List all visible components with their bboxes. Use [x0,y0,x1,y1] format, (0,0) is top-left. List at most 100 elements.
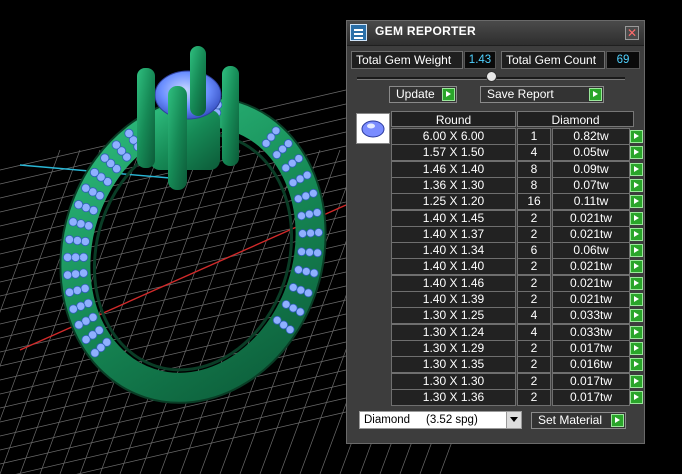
row-select-button[interactable] [630,178,643,192]
cell-weight: 0.021tw [552,291,630,308]
pave-stone [271,126,281,136]
total-gem-weight-label: Total Gem Weight [351,51,463,69]
set-material-button[interactable]: Set Material [531,412,626,429]
cell-size: 1.40 X 1.46 [391,274,516,292]
pave-stone [89,167,100,178]
row-select-button[interactable] [630,244,643,258]
table-row[interactable]: 1.30 X 1.25 4 0.033tw [391,307,643,325]
table-row[interactable]: 1.40 X 1.45 2 0.021tw [391,209,643,227]
table-row[interactable]: 1.40 X 1.37 2 0.021tw [391,225,643,243]
cell-weight: 0.021tw [552,225,630,243]
row-select-button[interactable] [630,374,643,388]
cell-count: 2 [517,339,551,357]
total-gem-count-label: Total Gem Count [501,51,605,69]
pave-stone [313,248,322,258]
cell-count: 2 [517,225,551,243]
row-select-button[interactable] [630,358,643,372]
row-select-button[interactable] [630,146,643,160]
cell-size: 1.25 X 1.20 [391,193,516,211]
pave-stone [81,334,91,345]
cell-size: 1.40 X 1.40 [391,258,516,276]
pave-stone [288,283,298,292]
table-row[interactable]: 1.40 X 1.46 2 0.021tw [391,274,643,292]
gem-reporter-app-icon [350,24,367,41]
pave-stone [70,269,81,279]
grid-line [139,149,261,474]
table-row[interactable]: 1.30 X 1.24 4 0.033tw [391,323,643,341]
pave-stone [79,252,89,262]
title-bar[interactable]: GEM REPORTER ✕ [347,21,644,46]
table-row[interactable]: 6.00 X 6.00 1 0.82tw [391,128,643,145]
row-select-button[interactable] [630,390,643,404]
pave-stone [308,188,318,198]
cell-size: 1.36 X 1.30 [391,176,516,194]
save-report-button-label: Save Report [487,87,554,101]
pave-stone [68,217,78,227]
table-row[interactable]: 1.40 X 1.40 2 0.021tw [391,258,643,276]
pave-stone [297,211,306,221]
cell-count: 2 [517,209,551,227]
pave-stone [295,307,305,317]
row-select-button[interactable] [630,341,643,355]
pave-stone [76,219,86,229]
row-select-button[interactable] [630,211,643,225]
cell-count: 2 [517,258,551,276]
table-row[interactable]: 1.25 X 1.20 16 0.11tw [391,193,643,211]
update-button[interactable]: Update [389,86,457,103]
chevron-down-icon[interactable] [506,412,521,428]
pave-stone [81,183,91,193]
table-row[interactable]: 1.30 X 1.35 2 0.016tw [391,356,643,374]
cell-size: 1.40 X 1.39 [391,291,516,308]
material-select[interactable]: Diamond (3.52 spg) [359,411,522,429]
row-select-button[interactable] [630,260,643,274]
pave-stone [124,128,134,138]
cell-size: 1.40 X 1.34 [391,242,516,260]
row-select-button[interactable] [630,162,643,176]
set-material-button-label: Set Material [538,413,603,427]
pave-stone [294,154,304,163]
ring-model[interactable] [21,46,364,438]
cell-count: 2 [517,356,551,374]
material-select-value: Diamond (3.52 spg) [364,414,478,426]
pave-stone [64,287,75,297]
cell-size: 1.30 X 1.30 [391,372,516,390]
play-icon [589,88,602,101]
row-select-button[interactable] [630,276,643,290]
table-row[interactable]: 1.36 X 1.30 8 0.07tw [391,176,643,194]
table-row[interactable]: 1.57 X 1.50 4 0.05tw [391,144,643,162]
row-select-button[interactable] [630,227,643,241]
pave-stone [73,200,84,210]
row-select-button[interactable] [630,195,643,209]
cell-size: 1.46 X 1.40 [391,160,516,178]
column-header-round: Round [391,111,516,127]
close-icon[interactable]: ✕ [625,26,639,40]
row-select-button[interactable] [630,309,643,323]
table-row[interactable]: 1.30 X 1.30 2 0.017tw [391,372,643,390]
row-select-button[interactable] [630,325,643,339]
pave-stone [100,153,110,163]
cell-weight: 0.06tw [552,242,630,260]
cell-weight: 0.021tw [552,209,630,227]
table-row[interactable]: 1.30 X 1.36 2 0.017tw [391,388,643,406]
pave-stone [293,194,303,204]
pave-stone [285,325,295,335]
save-report-button[interactable]: Save Report [480,86,604,103]
cell-weight: 0.11tw [552,193,630,211]
table-row[interactable]: 1.46 X 1.40 8 0.09tw [391,160,643,178]
pave-stone [68,304,78,314]
cell-count: 6 [517,242,551,260]
cell-weight: 0.82tw [552,128,630,145]
gem-reporter-panel: GEM REPORTER ✕ Total Gem Weight 1.43 Tot… [346,20,645,444]
row-select-button[interactable] [630,130,643,143]
cell-count: 8 [517,176,551,194]
table-row[interactable]: 1.40 X 1.39 2 0.021tw [391,291,643,308]
cell-weight: 0.017tw [552,388,630,406]
table-row[interactable]: 1.40 X 1.34 6 0.06tw [391,242,643,260]
cell-count: 4 [517,307,551,325]
slider-thumb[interactable] [486,71,497,82]
cell-count: 4 [517,144,551,162]
row-select-button[interactable] [630,293,643,306]
cell-count: 2 [517,388,551,406]
cell-weight: 0.033tw [552,307,630,325]
table-row[interactable]: 1.30 X 1.29 2 0.017tw [391,339,643,357]
